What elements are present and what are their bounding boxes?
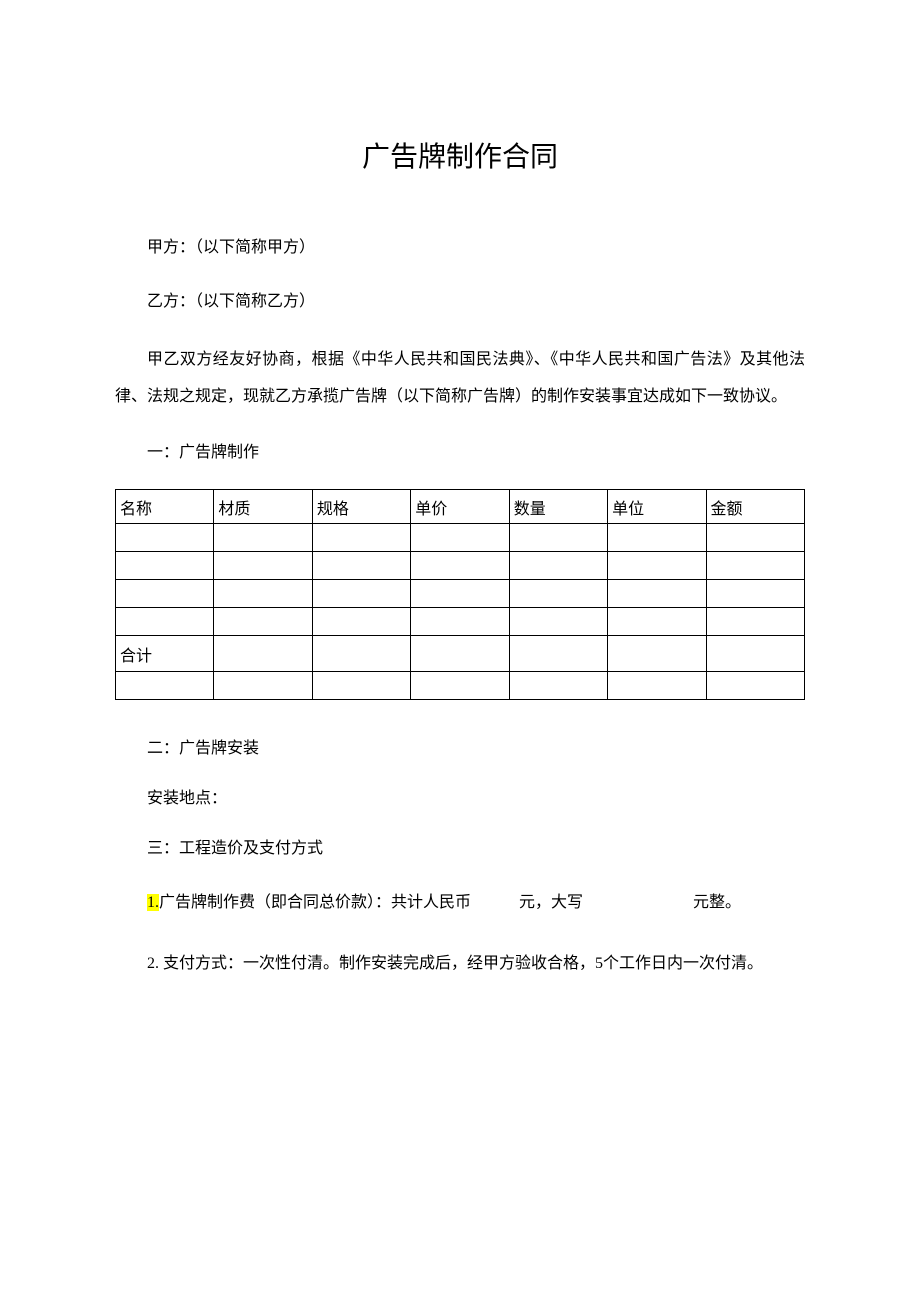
table-total-row: 合计 bbox=[116, 636, 805, 672]
col-unit: 单位 bbox=[608, 490, 706, 524]
col-spec: 规格 bbox=[312, 490, 410, 524]
section-1-heading: 一：广告牌制作 bbox=[115, 440, 805, 466]
item-1-text-c: 元整。 bbox=[693, 894, 741, 911]
item-1-text-a: 广告牌制作费（即合同总价款）：共计人民币 bbox=[159, 894, 471, 911]
document-title: 广告牌制作合同 bbox=[115, 135, 805, 175]
table-header-row: 名称 材质 规格 单价 数量 单位 金额 bbox=[116, 490, 805, 524]
col-unit-price: 单价 bbox=[411, 490, 509, 524]
item-1-paragraph: 1.广告牌制作费（即合同总价款）：共计人民币 元，大写 元整。 bbox=[115, 885, 805, 922]
col-name: 名称 bbox=[116, 490, 214, 524]
total-label: 合计 bbox=[116, 636, 214, 672]
table-row bbox=[116, 552, 805, 580]
table-row bbox=[116, 608, 805, 636]
party-a-line: 甲方：（以下简称甲方） bbox=[115, 235, 805, 261]
install-location: 安装地点： bbox=[115, 786, 805, 812]
table-row bbox=[116, 672, 805, 700]
intro-paragraph: 甲乙双方经友好协商，根据《中华人民共和国民法典》、《中华人民共和国广告法》及其他… bbox=[115, 342, 805, 416]
col-amount: 金额 bbox=[706, 490, 804, 524]
item-1-number: 1. bbox=[147, 894, 159, 911]
table-row bbox=[116, 580, 805, 608]
item-1-text-b: 元，大写 bbox=[519, 894, 583, 911]
items-table: 名称 材质 规格 单价 数量 单位 金额 合计 bbox=[115, 489, 805, 700]
item-2-paragraph: 2. 支付方式：一次性付清。制作安装完成后，经甲方验收合格，5个工作日内一次付清… bbox=[115, 946, 805, 983]
party-b-line: 乙方：（以下简称乙方） bbox=[115, 289, 805, 315]
document-page: 广告牌制作合同 甲方：（以下简称甲方） 乙方：（以下简称乙方） 甲乙双方经友好协… bbox=[0, 0, 920, 983]
table-row bbox=[116, 524, 805, 552]
col-qty: 数量 bbox=[509, 490, 607, 524]
section-3-heading: 三：工程造价及支付方式 bbox=[115, 836, 805, 862]
section-2-heading: 二：广告牌安装 bbox=[115, 736, 805, 762]
col-material: 材质 bbox=[214, 490, 312, 524]
